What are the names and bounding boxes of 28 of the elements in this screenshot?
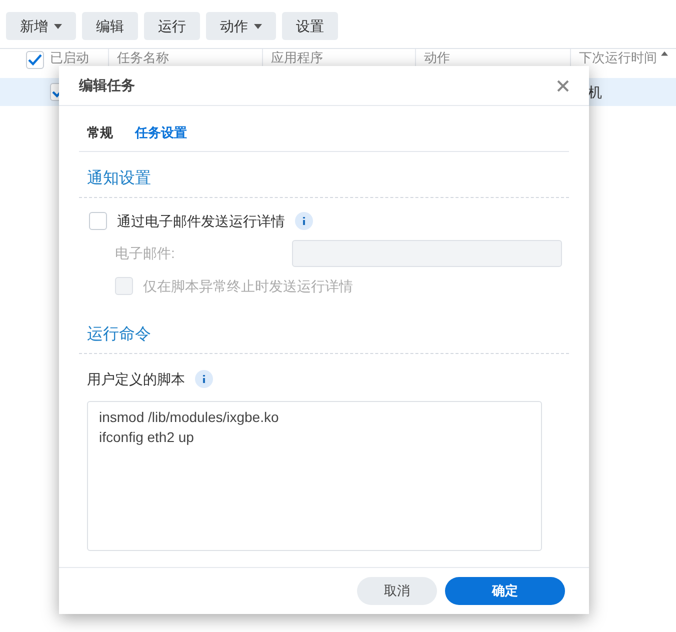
- info-icon[interactable]: [295, 212, 313, 230]
- tab[interactable]: 任务设置: [135, 122, 187, 142]
- info-icon[interactable]: [195, 370, 213, 388]
- toolbar-button[interactable]: 编辑: [82, 12, 138, 40]
- close-icon[interactable]: [557, 80, 569, 92]
- column-header[interactable]: 已启动: [50, 51, 89, 65]
- cancel-button[interactable]: 取消: [357, 576, 437, 604]
- tab[interactable]: 常规: [87, 122, 113, 142]
- column-header[interactable]: 下次运行时间: [579, 51, 657, 65]
- script-field[interactable]: insmod /lib/modules/ixgbe.ko ifconfig eth2 up: [87, 401, 542, 551]
- dialog-title: 编辑任务: [79, 76, 135, 95]
- toolbar-button[interactable]: 新增: [6, 12, 76, 40]
- column-header[interactable]: 任务名称: [117, 51, 169, 65]
- field-label: 电子邮件:: [115, 244, 176, 262]
- section-heading: 运行命令: [87, 326, 151, 343]
- toolbar-button[interactable]: 运行: [144, 12, 200, 40]
- toolbar-button[interactable]: 动作: [206, 12, 276, 40]
- checkbox-label: 仅在脚本异常终止时发送运行详情: [143, 276, 353, 296]
- checkbox-label: 通过电子邮件发送运行详情: [117, 212, 285, 230]
- ok-button[interactable]: 确定: [445, 576, 565, 604]
- checkbox[interactable]: [89, 212, 107, 230]
- field-label: 用户定义的脚本: [87, 370, 185, 388]
- toolbar-button[interactable]: 设置: [282, 12, 338, 40]
- section-heading: 通知设置: [87, 170, 151, 187]
- checkbox[interactable]: [26, 51, 44, 69]
- table-cell: 机: [588, 84, 602, 100]
- column-header[interactable]: 应用程序: [271, 51, 323, 65]
- column-header[interactable]: 动作: [424, 51, 450, 65]
